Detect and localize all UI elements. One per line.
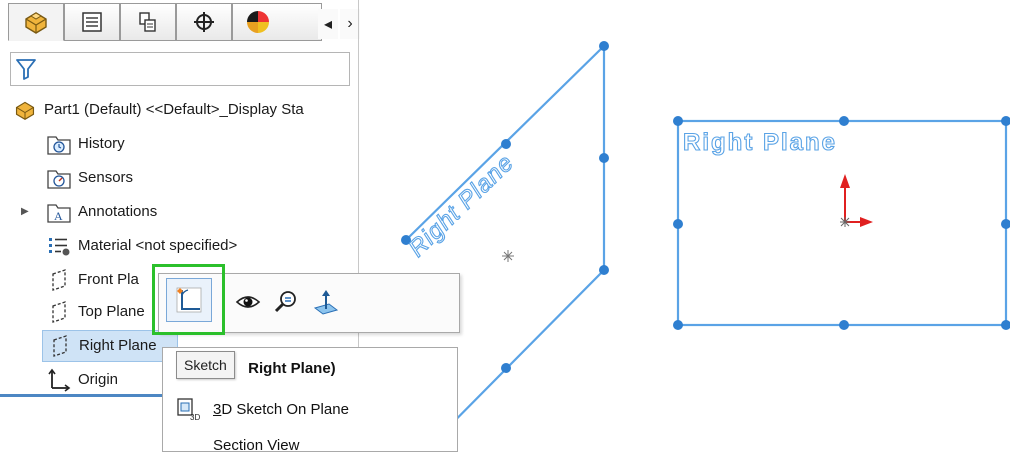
plane-icon: [47, 334, 73, 358]
tree-item-front-plane[interactable]: Front Pla: [46, 266, 139, 294]
svg-text:A: A: [54, 209, 63, 223]
history-folder-icon: [46, 132, 72, 156]
svg-text:3D: 3D: [190, 413, 200, 422]
plane-icon: [46, 268, 72, 292]
menu-item-section-view[interactable]: Section View: [171, 431, 299, 459]
tab-property-manager[interactable]: [64, 3, 120, 41]
sketch-button[interactable]: [166, 278, 212, 322]
tab-scroll-arrows: ◂ ›: [318, 9, 360, 39]
plane-handle[interactable]: [839, 320, 849, 330]
tree-item-label: Sensors: [78, 169, 134, 186]
menu-item-3d-sketch-on-plane[interactable]: 3D 3D Sketch On Plane: [171, 395, 349, 423]
scroll-right-icon[interactable]: ›: [340, 9, 360, 39]
sensors-folder-icon: [46, 166, 72, 190]
tree-item-label: Annotations: [78, 203, 158, 220]
tree-item-sensors[interactable]: Sensors: [46, 164, 133, 192]
tab-display-manager[interactable]: [232, 3, 322, 41]
show-hide-button[interactable]: [231, 284, 265, 320]
plane-handle[interactable]: [673, 320, 683, 330]
tree-item-label: Right Plane: [79, 337, 157, 354]
tree-item-label: Front Pla: [78, 271, 139, 288]
expand-arrow-icon[interactable]: ▶: [21, 206, 29, 217]
tree-item-label: History: [78, 135, 125, 152]
plane-handle[interactable]: [501, 363, 511, 373]
tree-item-history[interactable]: History: [46, 130, 125, 158]
3d-sketch-on-plane-icon: 3D: [171, 396, 207, 422]
part-feature-manager-icon: [25, 12, 47, 34]
sketch-tooltip: Sketch: [176, 351, 235, 379]
tree-item-label: Top Plane: [78, 303, 145, 320]
tree-root-label: Part1 (Default) <<Default>_Display Sta: [44, 101, 304, 118]
part-icon: [12, 98, 38, 122]
plane-icon: [46, 300, 72, 324]
plane-handle[interactable]: [501, 139, 511, 149]
plane-handle[interactable]: [839, 116, 849, 126]
plane-handle[interactable]: [1001, 116, 1010, 126]
plane-handle[interactable]: [599, 41, 609, 51]
dimxpert-manager-icon: [194, 12, 214, 32]
tab-dimxpert-manager[interactable]: [176, 3, 232, 41]
normal-to-button[interactable]: [309, 284, 343, 320]
tree-item-label: Origin: [78, 371, 119, 388]
normal-right-plane[interactable]: Right Plane: [673, 116, 1010, 330]
plane-handle[interactable]: [599, 265, 609, 275]
perspective-plane-label: Right Plane: [403, 149, 519, 262]
tree-filter-input[interactable]: [10, 52, 350, 86]
plane-handle[interactable]: [1001, 320, 1010, 330]
show-hide-icon: [235, 296, 261, 308]
origin-star-icon: [502, 250, 514, 262]
filter-icon[interactable]: [15, 58, 37, 80]
tree-item-top-plane[interactable]: Top Plane: [46, 298, 145, 326]
scroll-left-icon[interactable]: ◂: [318, 9, 338, 39]
sketch-icon: [176, 287, 202, 313]
display-manager-icon: [247, 11, 269, 33]
tree-item-label: Material <not specified>: [78, 237, 238, 254]
tree-item-annotations[interactable]: A Annotations: [46, 198, 157, 226]
material-icon: [46, 234, 72, 258]
zoom-to-selection-button[interactable]: [269, 284, 303, 320]
tree-item-origin[interactable]: Origin: [46, 366, 118, 394]
normal-to-icon: [313, 290, 339, 315]
plane-handle[interactable]: [673, 116, 683, 126]
tree-root-part[interactable]: Part1 (Default) <<Default>_Display Sta: [12, 96, 304, 124]
normal-to-zoom-icon: [274, 291, 296, 313]
property-manager-icon: [82, 12, 102, 32]
plane-handle[interactable]: [599, 153, 609, 163]
manager-tabbar: ◂ ›: [8, 3, 360, 43]
origin-axes-icon: [840, 174, 873, 227]
tab-configuration-manager[interactable]: [120, 3, 176, 41]
configuration-manager-icon: [139, 12, 156, 32]
annotations-folder-icon: A: [46, 200, 72, 224]
tree-item-material[interactable]: Material <not specified>: [46, 232, 237, 260]
origin-icon: [46, 368, 72, 392]
plane-handle[interactable]: [1001, 219, 1010, 229]
normal-plane-label: Right Plane: [683, 129, 837, 156]
tab-feature-manager[interactable]: [8, 3, 64, 41]
plane-handle[interactable]: [673, 219, 683, 229]
